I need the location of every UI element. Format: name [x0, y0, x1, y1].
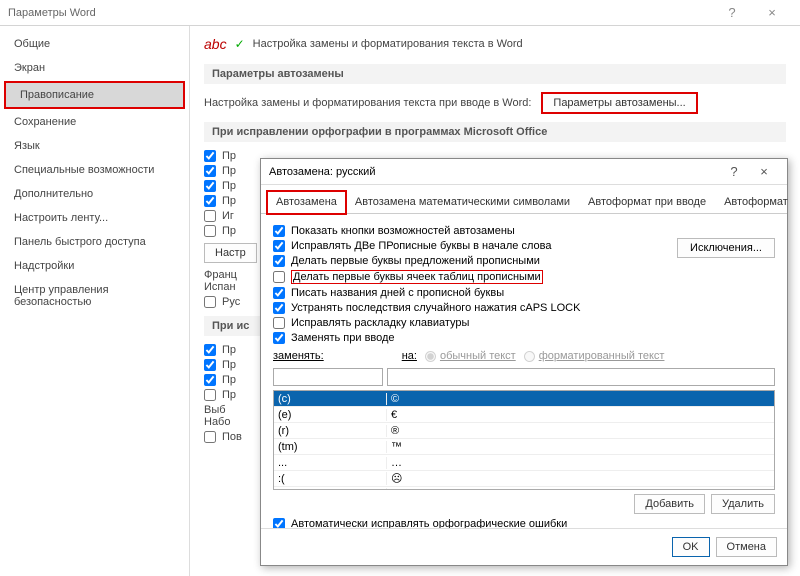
- add-button[interactable]: Добавить: [634, 494, 705, 514]
- check[interactable]: [204, 389, 216, 401]
- window-titlebar: Параметры Word ? ×: [0, 0, 800, 26]
- dlg-check-0[interactable]: [273, 225, 285, 237]
- dlg-check-5[interactable]: [273, 302, 285, 314]
- close-button[interactable]: ×: [752, 5, 792, 20]
- section-autocorrect-options: Параметры автозамены: [204, 64, 786, 84]
- sidebar-item-save[interactable]: Сохранение: [0, 110, 189, 134]
- list-row[interactable]: (c)©: [274, 391, 774, 407]
- ok-button[interactable]: OK: [672, 537, 710, 557]
- sidebar-item-addins[interactable]: Надстройки: [0, 254, 189, 278]
- autocorrect-dialog: Автозамена: русский ? × Автозамена Автоз…: [260, 158, 788, 566]
- check[interactable]: [204, 359, 216, 371]
- custom-dict-button[interactable]: Настр: [204, 243, 257, 263]
- autocorrect-desc: Настройка замены и форматирования текста…: [204, 97, 531, 109]
- radio-formatted: [524, 351, 535, 362]
- replace-list[interactable]: (c)©(e)€(r)®(tm)™...…:(☹:-(☹: [273, 390, 775, 490]
- autocorrect-options-button[interactable]: Параметры автозамены...: [541, 92, 697, 114]
- delete-button[interactable]: Удалить: [711, 494, 775, 514]
- sidebar-item-general[interactable]: Общие: [0, 32, 189, 56]
- list-row[interactable]: (r)®: [274, 423, 774, 439]
- sidebar-item-qat[interactable]: Панель быстрого доступа: [0, 230, 189, 254]
- dialog-help-button[interactable]: ?: [719, 164, 749, 179]
- radio-plain: [425, 351, 436, 362]
- dialog-title: Автозамена: русский: [269, 166, 375, 178]
- with-input[interactable]: [387, 368, 775, 386]
- list-row[interactable]: :-(☹: [274, 487, 774, 490]
- check[interactable]: [204, 296, 216, 308]
- help-button[interactable]: ?: [712, 5, 752, 20]
- sidebar-item-language[interactable]: Язык: [0, 134, 189, 158]
- replace-input[interactable]: [273, 368, 383, 386]
- sidebar: Общие Экран Правописание Сохранение Язык…: [0, 26, 190, 576]
- with-label: на:: [402, 350, 417, 362]
- cancel-button[interactable]: Отмена: [716, 537, 777, 557]
- tab-autocorrect[interactable]: Автозамена: [267, 191, 346, 214]
- dlg-check-4[interactable]: [273, 287, 285, 299]
- check[interactable]: [204, 210, 216, 222]
- check-icon: ✓: [235, 37, 245, 51]
- list-row[interactable]: ...…: [274, 455, 774, 471]
- check[interactable]: [204, 344, 216, 356]
- check[interactable]: [204, 374, 216, 386]
- sidebar-item-proofing[interactable]: Правописание: [6, 83, 183, 107]
- dialog-tabs: Автозамена Автозамена математическими си…: [261, 185, 787, 214]
- tab-autoformat[interactable]: Автоформат: [715, 191, 797, 213]
- sidebar-item-ribbon[interactable]: Настроить ленту...: [0, 206, 189, 230]
- list-row[interactable]: (e)€: [274, 407, 774, 423]
- list-row[interactable]: :(☹: [274, 471, 774, 487]
- dlg-check-1[interactable]: [273, 240, 285, 252]
- exceptions-button[interactable]: Исключения...: [677, 238, 775, 258]
- check[interactable]: [204, 150, 216, 162]
- dlg-check-2[interactable]: [273, 255, 285, 267]
- sidebar-item-accessibility[interactable]: Специальные возможности: [0, 158, 189, 182]
- abc-icon: abc: [204, 36, 227, 52]
- check[interactable]: [204, 165, 216, 177]
- section-spelling: При исправлении орфографии в программах …: [204, 122, 786, 142]
- tab-autoformat-type[interactable]: Автоформат при вводе: [579, 191, 715, 213]
- header-desc: Настройка замены и форматирования текста…: [253, 38, 523, 50]
- sidebar-item-display[interactable]: Экран: [0, 56, 189, 80]
- dlg-check-7[interactable]: [273, 332, 285, 344]
- auto-spell-check[interactable]: [273, 518, 285, 528]
- list-row[interactable]: (tm)™: [274, 439, 774, 455]
- check[interactable]: [204, 431, 216, 443]
- sidebar-item-advanced[interactable]: Дополнительно: [0, 182, 189, 206]
- dialog-close-button[interactable]: ×: [749, 164, 779, 179]
- dlg-check-3[interactable]: [273, 271, 285, 283]
- tab-math[interactable]: Автозамена математическими символами: [346, 191, 579, 213]
- check[interactable]: [204, 195, 216, 207]
- dlg-check-6[interactable]: [273, 317, 285, 329]
- window-title: Параметры Word: [8, 7, 96, 19]
- check[interactable]: [204, 180, 216, 192]
- check[interactable]: [204, 225, 216, 237]
- replace-label: заменять:: [273, 350, 324, 362]
- sidebar-item-trust[interactable]: Центр управления безопасностью: [0, 278, 189, 314]
